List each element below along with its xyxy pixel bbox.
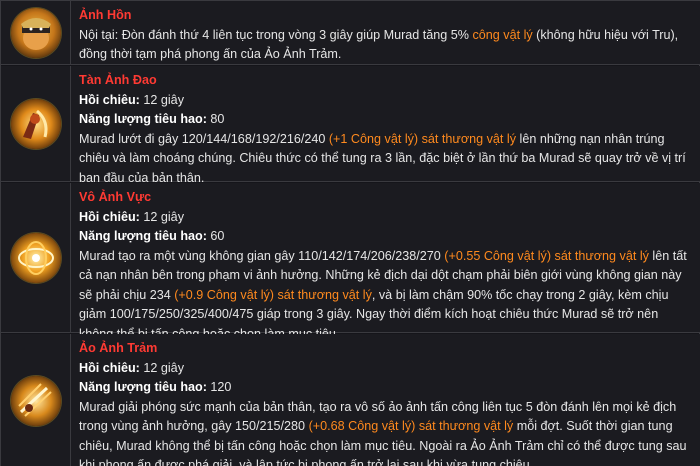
murad-skill2-icon [10, 232, 61, 283]
mana-value: 80 [210, 112, 225, 126]
skill-text: Ảnh Hồn Nội tại: Đòn đánh thứ 4 liên tục… [71, 1, 700, 64]
cooldown-label: Hồi chiêu: [79, 92, 140, 107]
icon-cell [1, 1, 71, 64]
mana-label: Năng lượng tiêu hao: [79, 229, 207, 243]
mana-line: Năng lượng tiêu hao: 60 [79, 227, 693, 247]
mana-label: Năng lượng tiêu hao: [79, 380, 207, 394]
skill-row-1: Tàn Ảnh Đao Hồi chiêu: 12 giây Năng lượn… [1, 66, 700, 185]
skill-row-passive: Ảnh Hồn Nội tại: Đòn đánh thứ 4 liên tục… [1, 1, 700, 65]
cooldown-line: Hồi chiêu: 12 giây [79, 208, 693, 228]
highlight-text: (+0.9 Công vật lý) [174, 287, 274, 302]
highlight-text: sát thương vật lý [421, 131, 517, 146]
skill-row-ultimate: Ảo Ảnh Trảm Hồi chiêu: 12 giây Năng lượn… [1, 334, 700, 466]
skill-description: Murad tạo ra một vùng không gian gây 110… [79, 247, 693, 345]
mana-label: Năng lượng tiêu hao: [79, 112, 207, 126]
skill-text: Tàn Ảnh Đao Hồi chiêu: 12 giây Năng lượn… [71, 66, 700, 185]
icon-cell [1, 183, 71, 332]
skill-text: Vô Ảnh Vực Hồi chiêu: 12 giây Năng lượng… [71, 183, 700, 341]
cooldown-label: Hồi chiêu: [79, 209, 140, 224]
icon-cell [1, 334, 71, 466]
skill-table: Ảnh Hồn Nội tại: Đòn đánh thứ 4 liên tục… [0, 0, 700, 466]
highlight-text: (+0.68 Công vật lý) [308, 419, 416, 433]
highlight-text: sát thương vật lý [554, 248, 649, 263]
highlight-text: sát thương vật lý [277, 287, 372, 302]
cooldown-line: Hồi chiêu: 12 giây [79, 91, 693, 111]
skill-title: Ảo Ảnh Trảm [79, 341, 158, 355]
skill-description: Murad giải phóng sức mạnh của bản thân, … [79, 398, 693, 466]
description-text: Nội tại: Đòn đánh thứ 4 liên tục trong v… [79, 27, 473, 42]
cooldown-value: 12 giây [143, 92, 184, 107]
skill-title: Ảnh Hồn [79, 8, 132, 22]
description-text: Murad tạo ra một vùng không gian gây 110… [79, 248, 445, 263]
icon-cell [1, 66, 71, 181]
mana-line: Năng lượng tiêu hao: 120 [79, 378, 693, 398]
skill-title: Tàn Ảnh Đao [79, 73, 157, 87]
skill-title: Vô Ảnh Vực [79, 190, 152, 204]
mana-line: Năng lượng tiêu hao: 80 [79, 110, 693, 130]
mana-value: 60 [210, 229, 225, 243]
cooldown-label: Hồi chiêu: [79, 360, 140, 375]
highlight-text: (+0.55 Công vật lý) [444, 248, 552, 263]
cooldown-value: 12 giây [143, 209, 184, 224]
murad-skill1-icon [10, 98, 61, 149]
cooldown-value: 12 giây [143, 360, 184, 375]
murad-passive-icon [10, 7, 61, 58]
mana-value: 120 [210, 380, 232, 394]
skill-text: Ảo Ảnh Trảm Hồi chiêu: 12 giây Năng lượn… [71, 334, 700, 466]
highlight-text: sát thương vật lý [418, 419, 514, 433]
skill-description: Murad lướt đi gây 120/144/168/192/216/24… [79, 130, 693, 189]
description-text: Murad lướt đi gây 120/144/168/192/216/24… [79, 131, 329, 146]
skill-description: Nội tại: Đòn đánh thứ 4 liên tục trong v… [79, 26, 693, 65]
highlight-text: (+1 Công vật lý) [328, 131, 419, 146]
cooldown-line: Hồi chiêu: 12 giây [79, 359, 693, 379]
murad-ultimate-icon [10, 375, 61, 426]
highlight-text: công vật lý [472, 27, 533, 42]
skill-row-2: Vô Ảnh Vực Hồi chiêu: 12 giây Năng lượng… [1, 183, 700, 341]
